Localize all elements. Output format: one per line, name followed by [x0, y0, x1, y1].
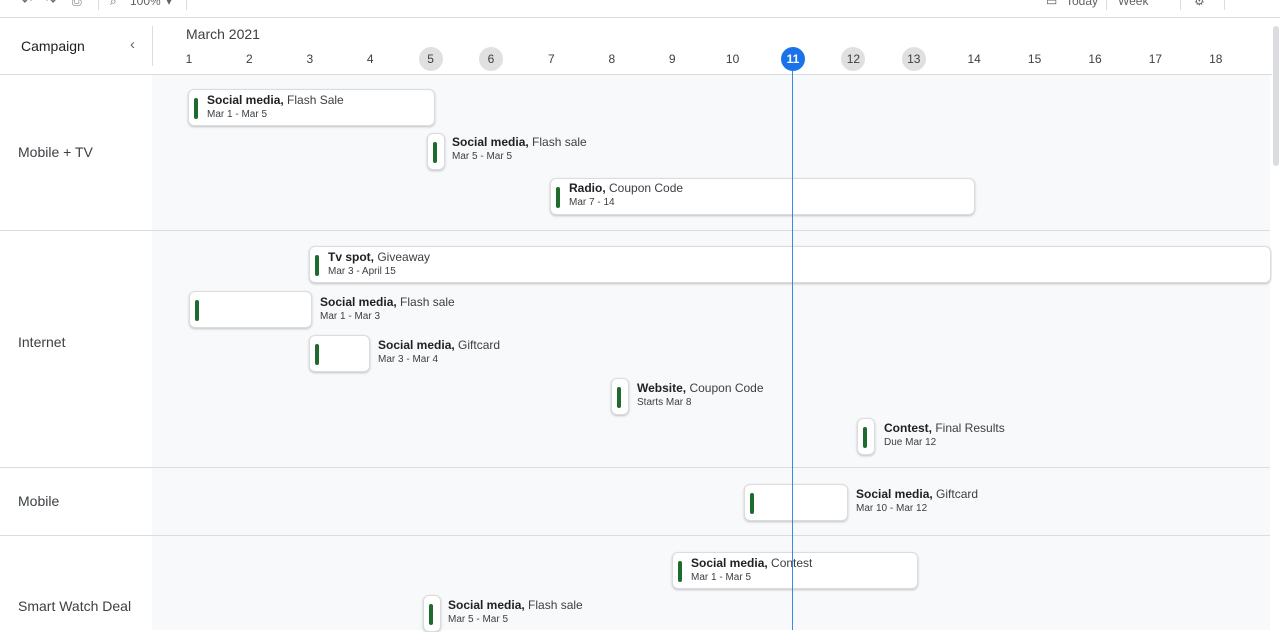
day-number[interactable]: 18 — [1204, 47, 1228, 71]
event-accent — [678, 561, 682, 582]
zoom-level[interactable]: 100% — [130, 0, 161, 8]
header-divider — [152, 26, 153, 66]
collapse-icon[interactable]: ⌃ — [1242, 0, 1252, 8]
event-text[interactable]: Social media, Giftcard Mar 3 - Mar 4 — [378, 337, 500, 367]
day-number[interactable]: 10 — [721, 47, 745, 71]
today-button[interactable]: Today — [1066, 0, 1098, 8]
day-number[interactable]: 12 — [841, 47, 866, 71]
event-bar[interactable] — [423, 595, 441, 632]
toolbar-divider — [1180, 0, 1181, 10]
day-number[interactable]: 6 — [479, 47, 503, 71]
toolbar-divider — [1224, 0, 1225, 10]
month-label: March 2021 — [186, 26, 260, 42]
event-text[interactable]: Website, Coupon Code Starts Mar 8 — [637, 380, 764, 410]
event-accent — [617, 387, 621, 408]
chevron-left-icon[interactable]: ‹ — [130, 36, 135, 53]
undo-icon[interactable]: ↶ — [22, 0, 32, 8]
gear-icon[interactable]: ⚙ — [1194, 0, 1205, 8]
toolbar-divider — [1106, 0, 1107, 10]
event-accent — [315, 344, 319, 365]
event-bar[interactable] — [309, 246, 1271, 283]
calendar-icon[interactable]: ▭ — [1046, 0, 1057, 8]
zoom-icon[interactable]: ⌕ — [110, 0, 117, 9]
day-number[interactable]: 9 — [660, 47, 684, 71]
event-bar[interactable] — [427, 133, 445, 170]
day-number[interactable]: 3 — [298, 47, 322, 71]
event-text[interactable]: Social media, Giftcard Mar 10 - Mar 12 — [856, 486, 978, 516]
event-bar[interactable] — [309, 335, 370, 372]
event-text[interactable]: Radio, Coupon Code Mar 7 - 14 — [569, 180, 683, 210]
event-text[interactable]: Tv spot, Giveaway Mar 3 - April 15 — [328, 249, 430, 279]
group-smart-watch-deal: Smart Watch Deal — [0, 536, 1270, 630]
event-accent — [194, 98, 198, 119]
toolbar: ↶ ↷ ⎙ ⌕ 100% ▾ ▭ Today Week ⚙ ⌃ — [0, 0, 1280, 18]
campaign-header: Campaign — [21, 38, 85, 54]
event-text[interactable]: Social media, Flash sale Mar 1 - Mar 3 — [320, 294, 455, 324]
day-number[interactable]: 8 — [600, 47, 624, 71]
view-select[interactable]: Week — [1118, 0, 1148, 8]
group-label: Mobile + TV — [18, 144, 93, 160]
day-number[interactable]: 7 — [539, 47, 563, 71]
current-day-line — [792, 70, 793, 630]
day-number[interactable]: 15 — [1023, 47, 1047, 71]
event-bar[interactable] — [611, 378, 629, 415]
event-bar[interactable] — [189, 291, 312, 328]
day-number[interactable]: 4 — [358, 47, 382, 71]
group-label: Smart Watch Deal — [18, 598, 132, 614]
event-accent — [556, 187, 560, 208]
event-text[interactable]: Social media, Flash sale Mar 5 - Mar 5 — [452, 134, 587, 164]
toolbar-divider — [98, 0, 99, 10]
day-number[interactable]: 1 — [177, 47, 201, 71]
event-text[interactable]: Contest, Final Results Due Mar 12 — [884, 420, 1005, 450]
event-text[interactable]: Social media, Flash sale Mar 5 - Mar 5 — [448, 597, 583, 627]
day-number[interactable]: 16 — [1083, 47, 1107, 71]
group-label: Internet — [18, 334, 66, 350]
timeline-header: Campaign ‹ March 2021 1 2 3 4 5 6 7 8 9 10 11 12 13 1… — [0, 18, 1280, 75]
event-accent — [750, 493, 754, 514]
toolbar-divider — [186, 0, 187, 10]
group-mobile: Mobile — [0, 468, 1270, 536]
event-bar[interactable] — [744, 484, 848, 521]
event-accent — [315, 255, 319, 276]
event-bar[interactable] — [857, 418, 875, 455]
day-number[interactable]: 13 — [901, 47, 926, 71]
day-number[interactable]: 14 — [962, 47, 986, 71]
day-number[interactable]: 2 — [237, 47, 261, 71]
event-text[interactable]: Social media, Contest Mar 1 - Mar 5 — [691, 555, 812, 585]
event-accent — [429, 604, 433, 625]
group-label: Mobile — [18, 493, 60, 509]
print-icon[interactable]: ⎙ — [72, 0, 82, 9]
event-accent — [863, 427, 867, 448]
event-accent — [433, 142, 437, 163]
day-today[interactable]: 11 — [781, 47, 805, 71]
scrollbar-thumb[interactable] — [1273, 26, 1279, 166]
event-accent — [195, 300, 199, 321]
day-number[interactable]: 17 — [1143, 47, 1167, 71]
event-text[interactable]: Social media, Flash Sale Mar 1 - Mar 5 — [207, 92, 344, 122]
day-number[interactable]: 5 — [418, 47, 443, 71]
zoom-dropdown-icon[interactable]: ▾ — [166, 0, 172, 8]
redo-icon[interactable]: ↷ — [46, 0, 56, 8]
scrollbar[interactable] — [1272, 18, 1280, 630]
